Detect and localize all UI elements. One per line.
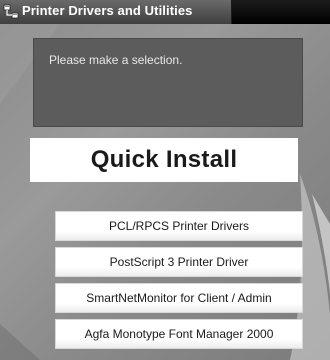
title-bar: Printer Drivers and Utilities <box>0 0 330 24</box>
agfa-font-manager-button[interactable]: Agfa Monotype Font Manager 2000 <box>55 319 303 349</box>
postscript3-driver-button[interactable]: PostScript 3 Printer Driver <box>55 247 303 277</box>
pcl-rpcs-drivers-button[interactable]: PCL/RPCS Printer Drivers <box>55 211 303 241</box>
agfa-font-manager-label: Agfa Monotype Font Manager 2000 <box>84 327 274 341</box>
message-panel: Please make a selection. <box>33 38 303 127</box>
smartnetmonitor-label: SmartNetMonitor for Client / Admin <box>86 291 272 305</box>
quick-install-label: Quick Install <box>90 146 238 173</box>
title-tab: Printer Drivers and Utilities <box>0 0 232 24</box>
window-title: Printer Drivers and Utilities <box>22 3 193 18</box>
quick-install-button[interactable]: Quick Install <box>30 138 298 182</box>
smartnetmonitor-button[interactable]: SmartNetMonitor for Client / Admin <box>55 283 303 313</box>
title-bar-shade <box>232 0 330 24</box>
pcl-rpcs-drivers-label: PCL/RPCS Printer Drivers <box>108 219 250 233</box>
message-text: Please make a selection. <box>49 53 183 67</box>
installer-window: Printer Drivers and Utilities Please mak… <box>0 0 330 360</box>
postscript3-driver-label: PostScript 3 Printer Driver <box>109 255 249 269</box>
printer-network-icon <box>3 4 19 19</box>
